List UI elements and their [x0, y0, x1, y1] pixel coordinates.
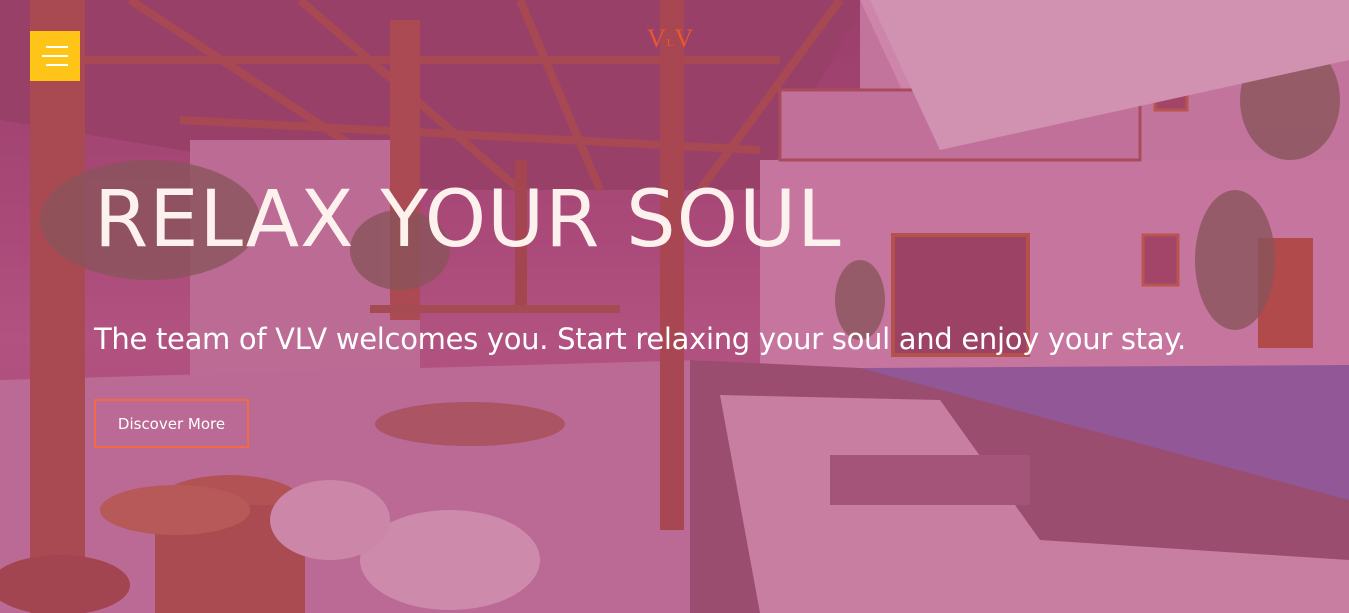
hero-title: RELAX YOUR SOUL: [94, 175, 842, 265]
logo-letter-right: V: [674, 24, 694, 53]
menu-bar-top: [46, 46, 68, 48]
site-logo[interactable]: V L V: [647, 22, 693, 52]
menu-bar-bottom: [46, 64, 68, 66]
discover-more-button[interactable]: Discover More: [94, 399, 249, 448]
menu-bar-middle: [42, 55, 68, 57]
hero-subtitle: The team of VLV welcomes you. Start rela…: [94, 322, 1186, 356]
logo-letter-middle: L: [666, 37, 674, 49]
hero-section: V L V RELAX YOUR SOUL The team of VLV we…: [0, 0, 1349, 613]
hamburger-menu-button[interactable]: [30, 31, 80, 81]
color-overlay: [0, 0, 1349, 613]
logo-letter-left: V: [647, 24, 666, 53]
